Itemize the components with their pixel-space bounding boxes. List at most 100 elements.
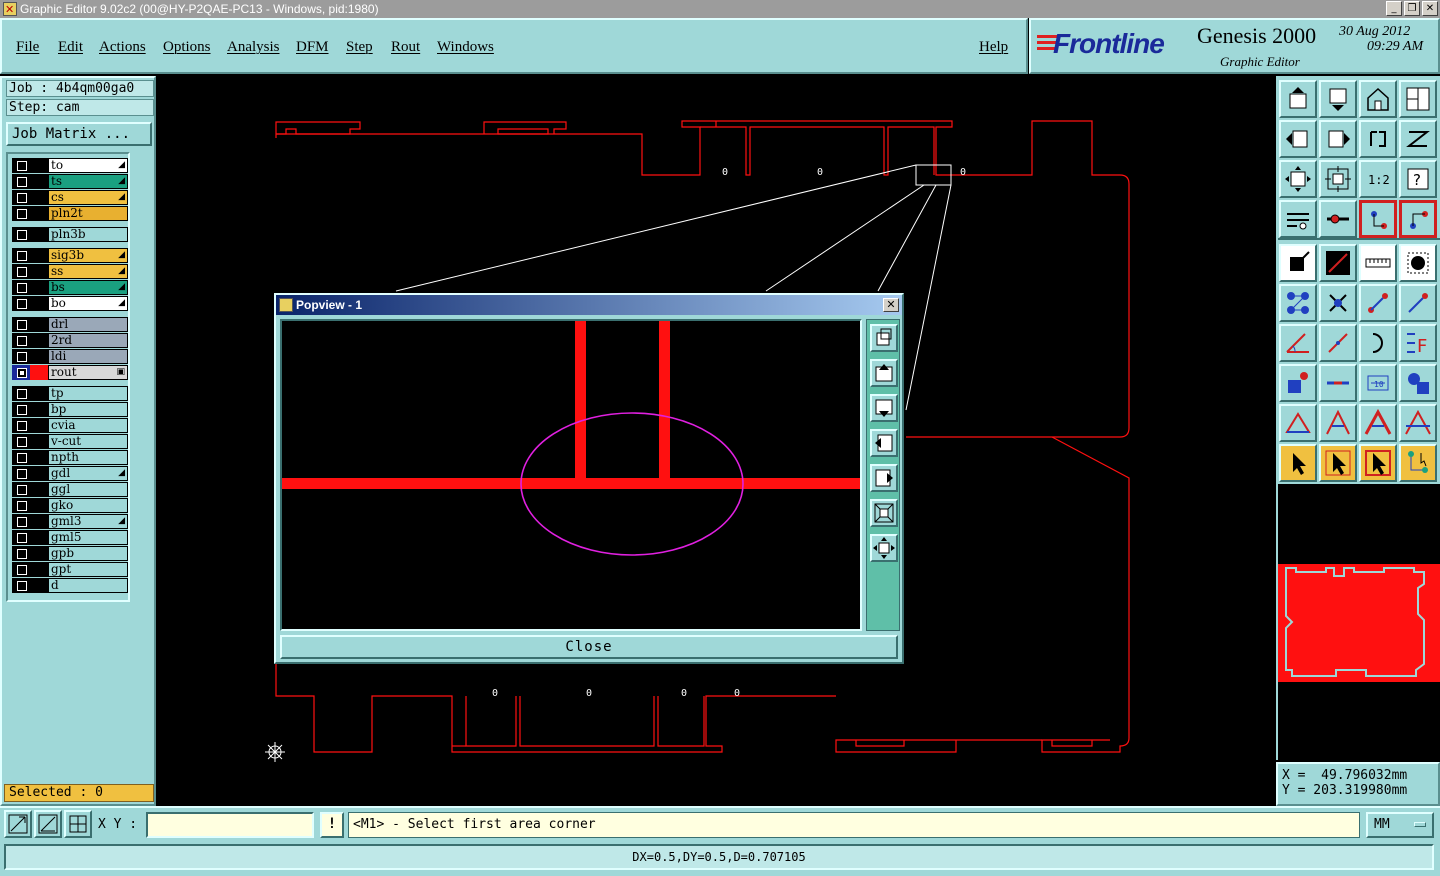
pcb-display-icon[interactable] xyxy=(1279,200,1317,238)
angle-icon[interactable] xyxy=(1279,324,1317,362)
layer-checkbox[interactable] xyxy=(12,466,30,481)
move-end-icon[interactable] xyxy=(1399,284,1437,322)
redraw-icon[interactable] xyxy=(1399,120,1437,158)
layer-row[interactable]: d xyxy=(12,578,128,593)
help-icon[interactable]: ? xyxy=(1399,160,1437,198)
surface-a-icon[interactable] xyxy=(1399,404,1437,442)
layer-color-swatch[interactable] xyxy=(30,317,48,332)
popview-close-button[interactable]: Close xyxy=(280,635,898,659)
layer-name[interactable]: d xyxy=(48,578,128,593)
layer-checkbox[interactable] xyxy=(12,365,30,380)
layer-name[interactable]: gpt xyxy=(48,562,128,577)
pan-right-icon[interactable] xyxy=(1319,120,1357,158)
layer-color-swatch[interactable] xyxy=(30,349,48,364)
layer-connect-icon[interactable] xyxy=(1359,200,1397,238)
board-overview-map[interactable] xyxy=(1278,484,1440,760)
layer-checkbox[interactable] xyxy=(12,317,30,332)
layer-checkbox[interactable] xyxy=(12,227,30,242)
layer-color-swatch[interactable] xyxy=(30,498,48,513)
pan-right-icon[interactable] xyxy=(870,464,898,492)
layer-color-swatch[interactable] xyxy=(30,530,48,545)
zoom-out-icon[interactable] xyxy=(870,499,898,527)
layer-name[interactable]: ggl xyxy=(48,482,128,497)
split-view-icon[interactable] xyxy=(1399,80,1437,118)
pan-up-icon[interactable] xyxy=(870,359,898,387)
layer-color-swatch[interactable] xyxy=(30,514,48,529)
layer-row[interactable]: bo ◢ xyxy=(12,296,128,311)
layer-name[interactable]: gml5 xyxy=(48,530,128,545)
layer-row[interactable]: v-cut xyxy=(12,434,128,449)
snap-mode-icon[interactable] xyxy=(4,810,32,838)
layer-name[interactable]: bs ◢ xyxy=(48,280,128,295)
layer-name[interactable]: gdl ◢ xyxy=(48,466,128,481)
circle-pad-icon[interactable] xyxy=(1399,244,1437,282)
layer-name[interactable]: to ◢ xyxy=(48,158,128,173)
layer-row[interactable]: gko xyxy=(12,498,128,513)
line-break-icon[interactable] xyxy=(1319,364,1357,402)
layer-checkbox[interactable] xyxy=(12,280,30,295)
layer-name[interactable]: cvia xyxy=(48,418,128,433)
layer-color-swatch[interactable] xyxy=(30,418,48,433)
layer-row[interactable]: npth xyxy=(12,450,128,465)
layer-color-swatch[interactable] xyxy=(30,206,48,221)
shape-icon[interactable] xyxy=(1399,364,1437,402)
arc-icon[interactable] xyxy=(1359,324,1397,362)
net-nodes-icon[interactable] xyxy=(1279,284,1317,322)
layer-color-swatch[interactable] xyxy=(30,466,48,481)
layer-name[interactable]: pln3b xyxy=(48,227,128,242)
layer-checkbox[interactable] xyxy=(12,562,30,577)
menu-edit[interactable]: Edit xyxy=(58,39,83,56)
layer-row[interactable]: 2rd xyxy=(12,333,128,348)
layer-net-icon[interactable] xyxy=(1399,200,1437,238)
job-matrix-button[interactable]: Job Matrix ... xyxy=(6,122,152,146)
zoom-in-icon[interactable] xyxy=(1319,160,1357,198)
layer-name[interactable]: cs ◢ xyxy=(48,190,128,205)
layer-color-swatch[interactable] xyxy=(30,248,48,263)
pan-down-icon[interactable] xyxy=(870,394,898,422)
layer-checkbox[interactable] xyxy=(12,158,30,173)
layer-row[interactable]: to ◢ xyxy=(12,158,128,173)
delete-node-icon[interactable] xyxy=(1319,284,1357,322)
popview-titlebar[interactable]: Popview - 1 ✕ xyxy=(276,295,902,315)
layer-color-swatch[interactable] xyxy=(30,333,48,348)
popview-close-icon[interactable]: ✕ xyxy=(883,298,899,312)
layer-row[interactable]: cvia xyxy=(12,418,128,433)
layer-row[interactable]: bs ◢ xyxy=(12,280,128,295)
layer-row[interactable]: gpb xyxy=(12,546,128,561)
units-select[interactable]: MM xyxy=(1366,812,1434,838)
layer-color-swatch[interactable] xyxy=(30,227,48,242)
layer-row[interactable]: bp xyxy=(12,402,128,417)
close-window-button[interactable]: ✕ xyxy=(1422,1,1438,16)
pan-down-icon[interactable] xyxy=(1319,80,1357,118)
pad-select-icon[interactable] xyxy=(1279,364,1317,402)
layer-row[interactable]: rout ▣ xyxy=(12,365,128,380)
layer-name[interactable]: gko xyxy=(48,498,128,513)
text-f-icon[interactable]: F xyxy=(1399,324,1437,362)
layer-checkbox[interactable] xyxy=(12,578,30,593)
layer-color-swatch[interactable] xyxy=(30,386,48,401)
move-point-icon[interactable] xyxy=(1359,284,1397,322)
layer-checkbox[interactable] xyxy=(12,498,30,513)
layer-checkbox[interactable] xyxy=(12,296,30,311)
menu-dfm[interactable]: DFM xyxy=(296,39,329,56)
layer-name[interactable]: rout ▣ xyxy=(48,365,128,380)
layer-name[interactable]: drl xyxy=(48,317,128,332)
layer-color-swatch[interactable] xyxy=(30,190,48,205)
layer-name[interactable]: ts ◢ xyxy=(48,174,128,189)
layer-color-swatch[interactable] xyxy=(30,450,48,465)
zoom-out-icon[interactable] xyxy=(1279,160,1317,198)
layer-row[interactable]: tp xyxy=(12,386,128,401)
zoom-window-icon[interactable] xyxy=(870,324,898,352)
pad-line-icon[interactable] xyxy=(1319,200,1357,238)
layer-checkbox[interactable] xyxy=(12,349,30,364)
layer-name[interactable]: ss ◢ xyxy=(48,264,128,279)
layer-row[interactable]: sig3b ◢ xyxy=(12,248,128,263)
layer-checkbox[interactable] xyxy=(12,402,30,417)
layer-color-swatch[interactable] xyxy=(30,562,48,577)
select-box-icon[interactable] xyxy=(1319,444,1357,482)
menu-help[interactable]: Help xyxy=(979,39,1008,56)
layer-name[interactable]: pln2t xyxy=(48,206,128,221)
layer-checkbox[interactable] xyxy=(12,546,30,561)
layer-name[interactable]: bo ◢ xyxy=(48,296,128,311)
slope-line-icon[interactable] xyxy=(1319,324,1357,362)
